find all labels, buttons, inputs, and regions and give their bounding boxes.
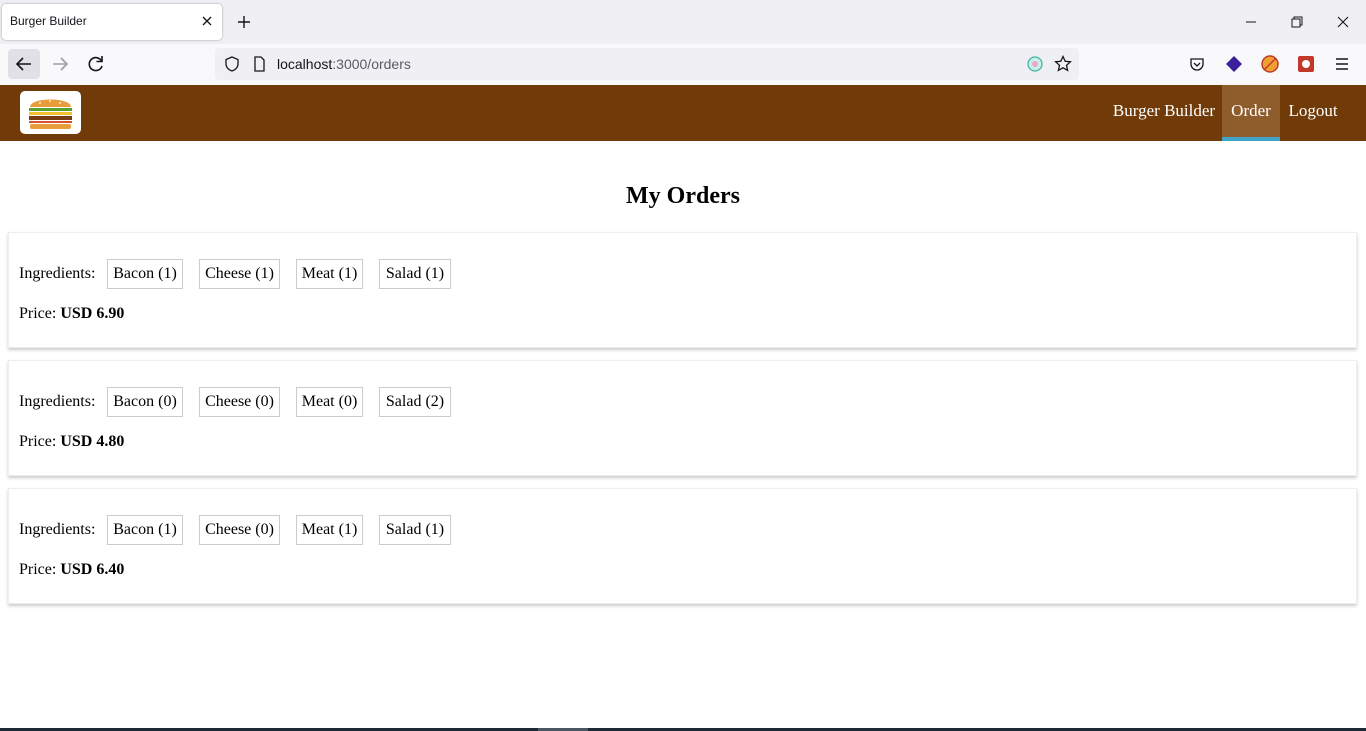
extension-tool-icon[interactable] xyxy=(1296,54,1316,74)
new-tab-icon[interactable] xyxy=(234,12,254,32)
url-text: localhost:3000/orders xyxy=(277,56,411,72)
price-label: Price: xyxy=(19,561,57,578)
ingredient-chip: Cheese (0) xyxy=(199,387,280,417)
ingredient-chip: Salad (1) xyxy=(379,515,451,545)
restore-icon[interactable] xyxy=(1287,12,1307,32)
ingredient-chip: Meat (1) xyxy=(296,515,363,545)
url-host: localhost xyxy=(277,56,333,72)
browser-tab-bar: Burger Builder xyxy=(0,0,1366,44)
ingredient-chip: Bacon (0) xyxy=(107,387,183,417)
back-button[interactable] xyxy=(8,49,40,79)
minimize-icon[interactable] xyxy=(1241,12,1261,32)
price-label: Price: xyxy=(19,433,57,450)
bookmark-star-icon[interactable] xyxy=(1053,54,1073,74)
price-label: Price: xyxy=(19,305,57,322)
ingredient-chip: Meat (0) xyxy=(296,387,363,417)
url-path: :3000/orders xyxy=(332,56,411,72)
order-price: Price: USD 4.80 xyxy=(19,433,124,451)
ingredients-label: Ingredients: xyxy=(19,393,96,410)
nav-burger-builder[interactable]: Burger Builder xyxy=(1106,85,1222,141)
app-toolbar: Burger Builder Order Logout xyxy=(0,85,1366,141)
address-bar[interactable]: localhost:3000/orders xyxy=(215,48,1079,80)
price-value: USD 6.90 xyxy=(60,305,125,322)
tab-title: Burger Builder xyxy=(10,14,87,28)
extension-blocker-icon[interactable] xyxy=(1260,54,1280,74)
ingredient-chip: Bacon (1) xyxy=(107,515,183,545)
browser-nav-bar: localhost:3000/orders xyxy=(0,44,1366,86)
order-price: Price: USD 6.90 xyxy=(19,305,124,323)
close-tab-icon[interactable] xyxy=(198,12,216,30)
reload-button[interactable] xyxy=(80,49,112,79)
price-value: USD 4.80 xyxy=(60,433,125,450)
extension-layers-icon[interactable] xyxy=(1224,54,1244,74)
browser-tab[interactable]: Burger Builder xyxy=(2,4,222,40)
forward-button[interactable] xyxy=(44,49,76,79)
ingredient-chip: Salad (2) xyxy=(379,387,451,417)
ingredient-chip: Meat (1) xyxy=(296,259,363,289)
close-window-icon[interactable] xyxy=(1333,12,1353,32)
price-value: USD 6.40 xyxy=(60,561,125,578)
ingredient-chip: Salad (1) xyxy=(379,259,451,289)
menu-icon[interactable] xyxy=(1332,54,1352,74)
ingredient-chip: Cheese (1) xyxy=(199,259,280,289)
nav-order[interactable]: Order xyxy=(1222,85,1280,141)
pocket-icon[interactable] xyxy=(1187,54,1207,74)
burger-logo[interactable] xyxy=(20,91,81,134)
ingredient-chip: Cheese (0) xyxy=(199,515,280,545)
order-card: Ingredients: Bacon (1) Cheese (1) Meat (… xyxy=(8,232,1357,348)
page-info-icon[interactable] xyxy=(249,54,269,74)
extension-permission-icon[interactable] xyxy=(1025,54,1045,74)
shield-icon[interactable] xyxy=(222,54,242,74)
order-card: Ingredients: Bacon (0) Cheese (0) Meat (… xyxy=(8,360,1357,476)
nav-logout[interactable]: Logout xyxy=(1280,85,1346,141)
page-title: My Orders xyxy=(626,183,740,209)
order-card: Ingredients: Bacon (1) Cheese (0) Meat (… xyxy=(8,488,1357,604)
ingredient-chip: Bacon (1) xyxy=(107,259,183,289)
order-price: Price: USD 6.40 xyxy=(19,561,124,579)
ingredients-label: Ingredients: xyxy=(19,521,96,538)
ingredients-label: Ingredients: xyxy=(19,265,96,282)
